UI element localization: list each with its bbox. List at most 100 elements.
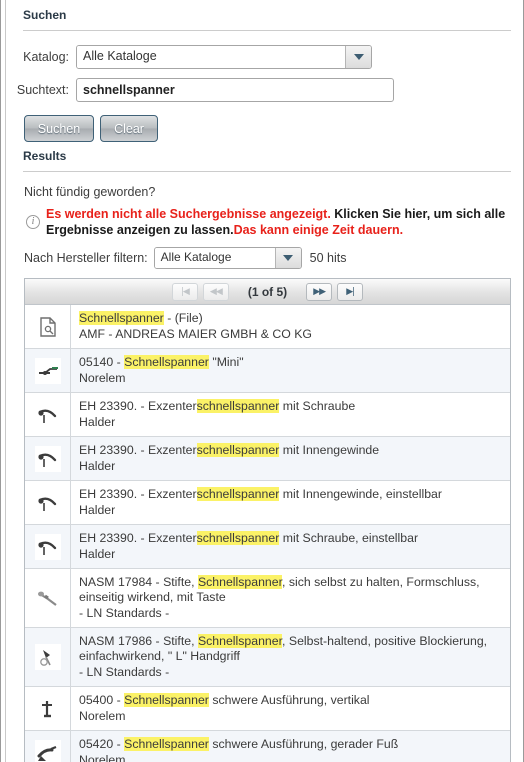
chevron-down-icon <box>283 255 294 261</box>
pagination-top: |◀ ◀◀ (1 of 5) ▶▶ ▶| <box>25 279 510 305</box>
info-icon: i <box>26 215 40 229</box>
last-page-button[interactable]: ▶| <box>337 282 364 301</box>
vertical-clamp-thumbnail <box>34 695 61 722</box>
manufacturer-filter-row: Nach Hersteller filtern: Alle Kataloge 5… <box>14 238 513 269</box>
hit-count: 50 hits <box>309 251 347 265</box>
page-frame: Suchen Katalog: Alle Kataloge Suchtext: … <box>0 0 524 762</box>
result-thumbnail-cell <box>25 628 71 686</box>
result-thumbnail-cell <box>25 569 71 627</box>
not-found-question: Nicht fündig geworden? <box>24 185 156 199</box>
search-term-highlight: schnellspanner <box>196 487 280 501</box>
result-text-cell: EH 23390. - Exzenterschnellspanner mit S… <box>71 393 510 436</box>
search-term-highlight: schnellspanner <box>196 443 280 457</box>
result-title: 05420 - Schnellspanner schwere Ausführun… <box>79 737 399 751</box>
result-text-cell: 05140 - Schnellspanner "Mini" Norelem <box>71 349 510 392</box>
result-manufacturer: Halder <box>79 547 116 561</box>
result-manufacturer: Halder <box>79 503 116 517</box>
result-title-line2: einseitig wirkend, mit Taste <box>79 590 226 604</box>
result-text-cell: NASM 17986 - Stifte, Schnellspanner, Sel… <box>71 628 510 686</box>
toggle-clamp-thumbnail <box>34 445 61 472</box>
searchtext-row: Suchtext: <box>14 78 513 102</box>
result-title: EH 23390. - Exzenterschnellspanner mit S… <box>79 399 356 413</box>
result-title: EH 23390. - Exzenterschnellspanner mit S… <box>79 531 419 545</box>
results-list: Schnellspanner - (File) AMF - ANDREAS MAI… <box>25 305 510 762</box>
table-row[interactable]: NASM 17986 - Stifte, Schnellspanner, Sel… <box>25 628 510 687</box>
clamp-mini-thumbnail <box>34 357 61 384</box>
partial-results-notice: i Es werden nicht alle Suchergebnisse an… <box>14 199 513 238</box>
result-thumbnail-cell <box>25 437 71 480</box>
result-title: NASM 17986 - Stifte, Schnellspanner, Sel… <box>79 634 488 648</box>
result-manufacturer: - LN Standards - <box>79 665 170 679</box>
table-row[interactable]: EH 23390. - Exzenterschnellspanner mit S… <box>25 525 510 569</box>
result-manufacturer: Norelem <box>79 753 126 762</box>
catalog-select[interactable]: Alle Kataloge <box>76 45 372 69</box>
result-text-cell: EH 23390. - Exzenterschnellspanner mit I… <box>71 437 510 480</box>
search-term-highlight: Schnellspanner <box>197 634 283 648</box>
table-row[interactable]: Schnellspanner - (File) AMF - ANDREAS MAI… <box>25 305 510 349</box>
result-manufacturer: Halder <box>79 415 116 429</box>
pin-handle-thumbnail <box>34 644 61 670</box>
toggle-clamp-thumbnail <box>34 401 61 428</box>
result-text-cell: 05420 - Schnellspanner schwere Ausführun… <box>71 731 510 762</box>
search-button[interactable]: Suchen <box>24 115 94 142</box>
result-title: Schnellspanner - (File) <box>79 311 203 325</box>
file-document-icon <box>34 313 61 340</box>
result-text-cell: Schnellspanner - (File) AMF - ANDREAS MAI… <box>71 305 510 348</box>
catalog-select-value: Alle Kataloge <box>77 46 345 68</box>
chevron-down-icon <box>353 54 364 60</box>
result-manufacturer: Norelem <box>79 709 126 723</box>
form-buttons: Suchen Clear <box>14 111 513 142</box>
table-row[interactable]: 05420 - Schnellspanner schwere Ausführun… <box>25 731 510 762</box>
result-thumbnail-cell <box>25 525 71 568</box>
result-manufacturer: AMF - ANDREAS MAIER GMBH & CO KG <box>79 327 312 341</box>
search-input[interactable] <box>76 78 394 102</box>
table-row[interactable]: EH 23390. - Exzenterschnellspanner mit I… <box>25 437 510 481</box>
manufacturer-filter-value: Alle Kataloge <box>154 248 275 268</box>
next-page-button[interactable]: ▶▶ <box>306 282 333 301</box>
table-row[interactable]: EH 23390. - Exzenterschnellspanner mit S… <box>25 393 510 437</box>
result-thumbnail-cell <box>25 687 71 730</box>
pin-clamp-thumbnail <box>34 585 61 611</box>
result-text-cell: NASM 17984 - Stifte, Schnellspanner, sic… <box>71 569 510 627</box>
straight-foot-clamp-thumbnail <box>34 739 61 762</box>
search-term-highlight: Schnellspanner <box>79 311 164 325</box>
content-panel: Suchen Katalog: Alle Kataloge Suchtext: … <box>5 0 523 762</box>
page-indicator: (1 of 5) <box>247 284 288 299</box>
result-text-cell: EH 23390. - Exzenterschnellspanner mit I… <box>71 481 510 524</box>
search-term-highlight: Schnellspanner <box>124 693 209 707</box>
result-text-cell: EH 23390. - Exzenterschnellspanner mit S… <box>71 525 510 568</box>
result-text-cell: 05400 - Schnellspanner schwere Ausführun… <box>71 687 510 730</box>
notice-text: Es werden nicht alle Suchergebnisse ange… <box>46 206 507 238</box>
search-form: Katalog: Alle Kataloge Suchtext: Suchen … <box>14 31 513 142</box>
result-title: 05140 - Schnellspanner "Mini" <box>79 355 244 369</box>
toggle-clamp-thumbnail <box>34 533 61 560</box>
table-row[interactable]: NASM 17984 - Stifte, Schnellspanner, sic… <box>25 569 510 628</box>
previous-page-button[interactable]: ◀◀ <box>202 282 229 301</box>
result-thumbnail-cell <box>25 481 71 524</box>
result-manufacturer: Norelem <box>79 371 126 385</box>
result-manufacturer: Halder <box>79 459 116 473</box>
catalog-row: Katalog: Alle Kataloge <box>14 45 513 69</box>
manufacturer-filter-label: Nach Hersteller filtern: <box>24 251 148 265</box>
result-thumbnail-cell <box>25 393 71 436</box>
page-title: Suchen <box>23 8 67 22</box>
catalog-label: Katalog: <box>23 50 69 64</box>
table-row[interactable]: 05140 - Schnellspanner "Mini" Norelem <box>25 349 510 393</box>
search-term-highlight: schnellspanner <box>196 531 280 545</box>
manufacturer-filter-dropdown-button[interactable] <box>274 248 301 268</box>
notice-red-first: Es werden nicht alle Suchergebnisse ange… <box>46 207 335 221</box>
result-thumbnail-cell <box>25 305 71 348</box>
result-title-line2: einfachwirkend, " L" Handgriff <box>79 649 240 663</box>
table-row[interactable]: 05400 - Schnellspanner schwere Ausführun… <box>25 687 510 731</box>
manufacturer-filter-select[interactable]: Alle Kataloge <box>153 247 302 269</box>
result-title: EH 23390. - Exzenterschnellspanner mit I… <box>79 487 442 501</box>
catalog-dropdown-button[interactable] <box>345 46 371 68</box>
results-table: |◀ ◀◀ (1 of 5) ▶▶ ▶| Schnellspanner - (F… <box>24 278 511 762</box>
search-term-highlight: Schnellspanner <box>197 575 283 589</box>
searchtext-label: Suchtext: <box>16 83 69 97</box>
table-row[interactable]: EH 23390. - Exzenterschnellspanner mit I… <box>25 481 510 525</box>
result-title: EH 23390. - Exzenterschnellspanner mit I… <box>79 443 380 457</box>
clear-button[interactable]: Clear <box>100 115 158 142</box>
result-manufacturer: - LN Standards - <box>79 606 170 620</box>
first-page-button[interactable]: |◀ <box>171 282 198 301</box>
